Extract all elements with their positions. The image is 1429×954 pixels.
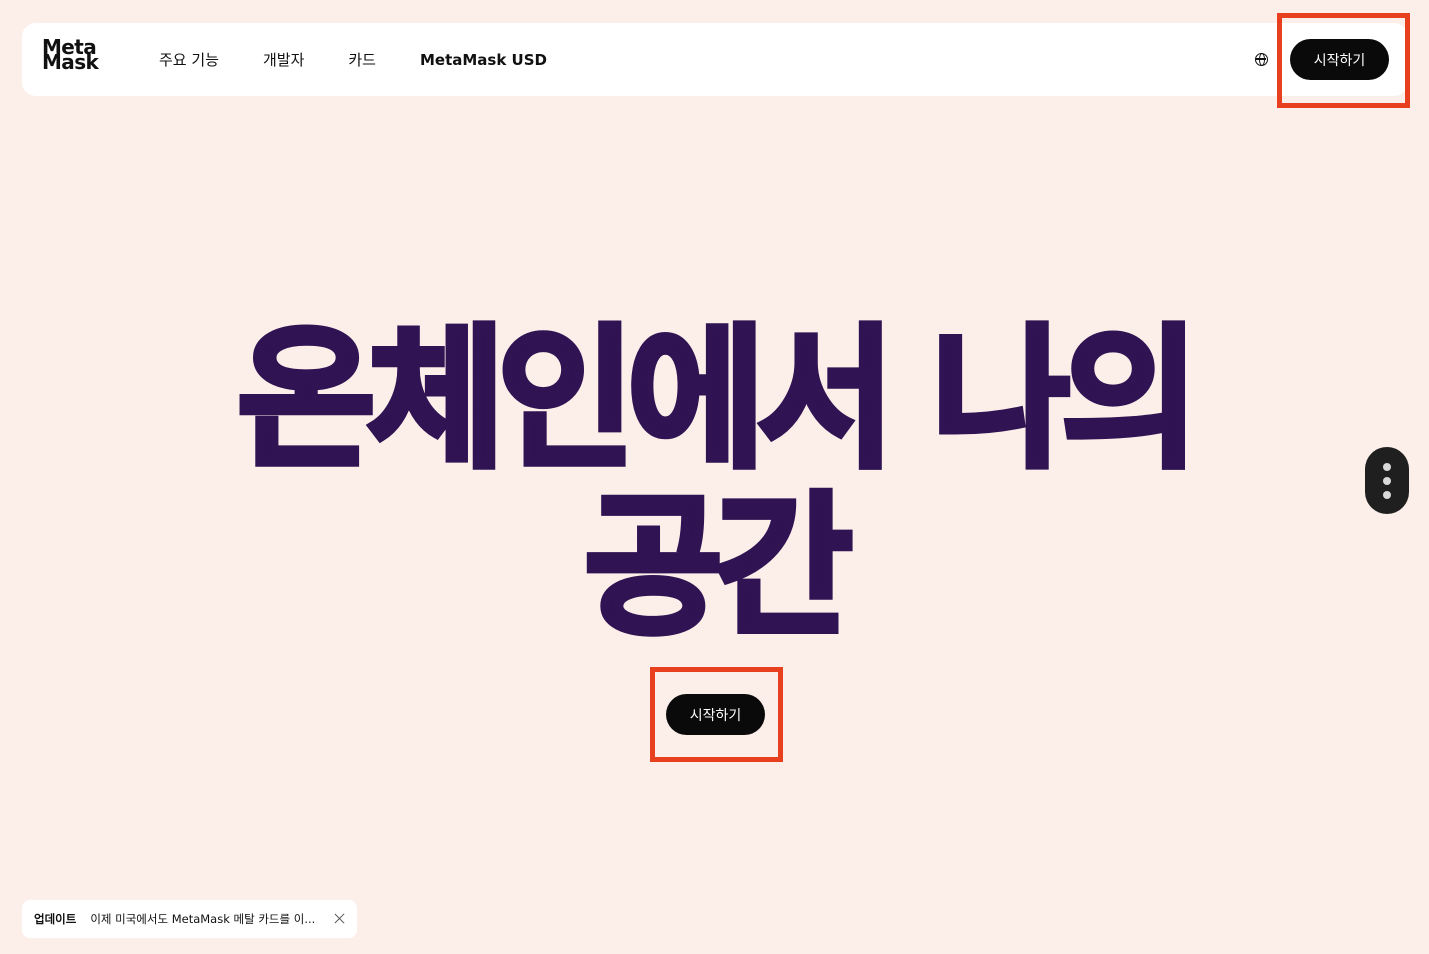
nav-link-card[interactable]: 카드 bbox=[348, 49, 376, 70]
metamask-logo[interactable]: Meta Mask bbox=[42, 37, 112, 74]
more-vertical-icon[interactable] bbox=[1365, 447, 1409, 514]
hero-title-line-1: 온체인에서 나의 bbox=[234, 311, 1202, 490]
nav-link-metamask-usd[interactable]: MetaMask USD bbox=[420, 51, 547, 69]
globe-icon[interactable] bbox=[1255, 53, 1268, 66]
close-icon[interactable] bbox=[334, 913, 345, 924]
hero-title: 온체인에서 나의 공간 bbox=[0, 311, 1429, 657]
top-navbar: Meta Mask 주요 기능 개발자 카드 MetaMask USD 시작하기 bbox=[22, 23, 1408, 96]
nav-link-developers[interactable]: 개발자 bbox=[263, 49, 304, 70]
highlight-frame bbox=[1277, 13, 1410, 108]
menu-dot bbox=[1383, 490, 1391, 499]
menu-dot bbox=[1383, 462, 1391, 471]
toast-text[interactable]: 이제 미국에서도 MetaMask 메탈 카드를 이... bbox=[90, 911, 322, 927]
page: Meta Mask 주요 기능 개발자 카드 MetaMask USD 시작하기… bbox=[0, 0, 1429, 954]
main-nav: 주요 기능 개발자 카드 MetaMask USD bbox=[159, 23, 591, 96]
toast-tag: 업데이트 bbox=[34, 912, 77, 926]
hero-title-line-2: 공간 bbox=[581, 478, 855, 657]
nav-link-features[interactable]: 주요 기능 bbox=[159, 49, 219, 70]
highlight-frame bbox=[650, 667, 783, 762]
menu-dot bbox=[1383, 476, 1391, 485]
logo-line-2: Mask bbox=[42, 50, 99, 74]
update-toast[interactable]: 업데이트 이제 미국에서도 MetaMask 메탈 카드를 이... bbox=[22, 900, 357, 938]
